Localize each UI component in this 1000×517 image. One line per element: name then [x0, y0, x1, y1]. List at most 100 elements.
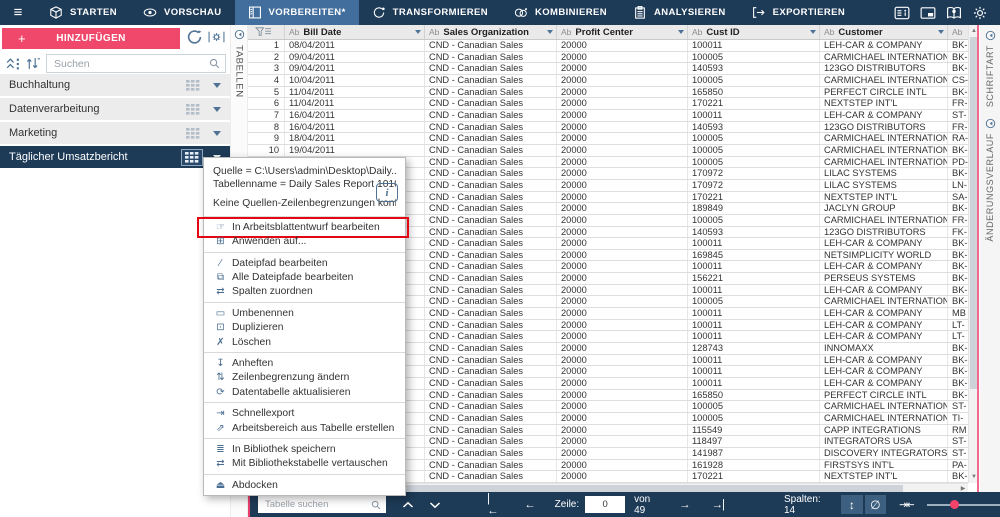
column-header-customer[interactable]: AbCustomer — [820, 25, 948, 39]
table-row[interactable]: 511/04/2011CND - Canadian Sales200001658… — [248, 87, 968, 99]
table-row[interactable]: 108/04/2011CND - Canadian Sales200001000… — [248, 40, 968, 52]
tab-analysieren[interactable]: ANALYSIEREN — [620, 0, 739, 25]
sidebar-search-input[interactable] — [52, 57, 209, 71]
window-layout-icon[interactable] — [920, 6, 936, 20]
tab-vorbereiten[interactable]: VORBEREITEN* — [235, 0, 359, 25]
table-row[interactable]: 816/04/2011CND - Canadian Sales200001405… — [248, 122, 968, 134]
find-next-icon[interactable] — [429, 501, 441, 509]
menu-item-arbeitsbereich-aus-tabelle-erstellen[interactable]: ⇗Arbeitsbereich aus Tabelle erstellen — [204, 421, 405, 435]
sidebar-item-marketing[interactable]: Marketing — [0, 122, 230, 144]
sidebar-item-täglicher-umsatzbericht[interactable]: Täglicher Umsatzbericht — [0, 146, 230, 168]
tab-label: VORSCHAU — [164, 7, 222, 18]
auto-hide-pin-icon[interactable] — [234, 29, 245, 40]
sidebar-item-datenverarbeitung[interactable]: Datenverarbeitung — [0, 98, 230, 120]
table-row[interactable]: 1019/04/2011CND - Canadian Sales20000100… — [248, 145, 968, 157]
grid-table-icon[interactable] — [183, 126, 203, 141]
first-row-icon[interactable]: |← — [487, 493, 498, 517]
table-row[interactable]: 410/04/2011CND - Canadian Sales200001000… — [248, 75, 968, 87]
last-row-icon[interactable]: →| — [711, 499, 724, 511]
sort-icon[interactable] — [25, 56, 40, 71]
table-row[interactable]: 309/04/2011CND - Canadian Sales200001405… — [248, 63, 968, 75]
menu-item-duplizieren[interactable]: ⊡Duplizieren — [204, 320, 405, 334]
column-header-cust-id[interactable]: AbCust ID — [688, 25, 820, 39]
menu-item-dateipfad-bearbeiten[interactable]: ∕Dateipfad bearbeiten — [204, 256, 405, 270]
filter-caret-icon[interactable] — [810, 30, 816, 34]
add-button[interactable]: + HINZUFÜGEN — [2, 28, 180, 49]
panel-tab-schriftart[interactable]: SCHRIFTART — [985, 25, 996, 107]
menu-item-umbenennen[interactable]: ▭Umbenennen — [204, 306, 405, 320]
tab-starten[interactable]: STARTEN — [36, 0, 130, 25]
info-button[interactable]: i — [376, 183, 398, 202]
hide-empty-toggle-icon[interactable]: ∅ — [865, 495, 886, 514]
menu-item-datentabelle-aktualisieren[interactable]: ⟳Datentabelle aktualisieren — [204, 385, 405, 399]
zoom-slider[interactable] — [927, 504, 1000, 506]
grid-table-icon[interactable] — [183, 78, 203, 93]
settings-sync-icon[interactable] — [208, 29, 225, 45]
cell: 115549 — [688, 425, 820, 436]
refresh-all-icon[interactable] — [186, 29, 203, 45]
cell: CND - Canadian Sales — [425, 273, 557, 284]
cell: 20000 — [557, 460, 688, 471]
chevron-down-icon[interactable] — [213, 107, 221, 112]
row-height-toggle-icon[interactable]: ↕ — [841, 495, 862, 514]
cell: CND - Canadian Sales — [425, 343, 557, 354]
filter-caret-icon[interactable] — [415, 30, 421, 34]
find-previous-icon[interactable] — [402, 501, 414, 509]
collapse-columns-icon[interactable]: ⇥⇤ — [899, 499, 913, 511]
cell: 165850 — [688, 390, 820, 401]
column-header-profit-center[interactable]: AbProfit Center — [557, 25, 688, 39]
chevron-down-icon[interactable] — [213, 83, 221, 88]
grid-table-icon[interactable] — [181, 149, 203, 166]
table-row[interactable]: 716/04/2011CND - Canadian Sales200001000… — [248, 110, 968, 122]
info-panel-icon[interactable] — [894, 6, 910, 20]
app-window: ≡ STARTEN VORSCHAU VORBEREITEN* TRANSFORMIE… — [0, 0, 1000, 517]
filter-caret-icon[interactable] — [547, 30, 553, 34]
menu-item-in-arbeitsblattentwurf-bearbeiten[interactable]: ☞In Arbeitsblattentwurf bearbeiten — [204, 220, 405, 234]
tab-transformieren[interactable]: TRANSFORMIEREN — [359, 0, 501, 25]
tab-kombinieren[interactable]: KOMBINIEREN — [501, 0, 620, 25]
cell: 20000 — [557, 355, 688, 366]
row-number-input[interactable] — [585, 496, 625, 513]
sidebar-item-buchhaltung[interactable]: Buchhaltung — [0, 74, 230, 96]
menu-item-schnellexport[interactable]: ⇥Schnellexport — [204, 406, 405, 420]
menu-item-anheften[interactable]: ↧Anheften — [204, 356, 405, 370]
previous-row-icon[interactable]: ← — [524, 499, 535, 511]
cell: CND - Canadian Sales — [425, 378, 557, 389]
filter-caret-icon[interactable] — [938, 30, 944, 34]
library-book-icon[interactable] — [946, 6, 962, 20]
menu-item-spalten-zuordnen[interactable]: ⇄Spalten zuordnen — [204, 285, 405, 299]
column-type-label: Ab — [561, 27, 571, 37]
tab-exportieren[interactable]: EXPORTIEREN — [739, 0, 859, 25]
table-search-input[interactable] — [263, 498, 371, 511]
auto-hide-pin-icon[interactable] — [985, 118, 996, 129]
menu-item-in-bibliothek-speichern[interactable]: ≣In Bibliothek speichern — [204, 442, 405, 456]
filter-caret-icon[interactable] — [678, 30, 684, 34]
chevron-down-icon[interactable] — [213, 131, 221, 136]
column-header-extra[interactable]: Ab — [948, 25, 968, 39]
panel-tab-änderungsverlauf[interactable]: ÄNDERUNGSVERLAUF — [985, 113, 996, 242]
auto-hide-pin-icon[interactable] — [985, 30, 996, 41]
menu-item-anwenden-auf[interactable]: ⊞Anwenden auf... — [204, 235, 405, 249]
menu-item-label: In Bibliothek speichern — [232, 444, 336, 455]
tab-vorschau[interactable]: VORSCHAU — [130, 0, 235, 25]
settings-gear-icon[interactable] — [972, 6, 988, 20]
column-header-sales-organization[interactable]: AbSales Organization — [425, 25, 557, 39]
table-row[interactable]: 209/04/2011CND - Canadian Sales200001000… — [248, 52, 968, 64]
cell: LEH-CAR & COMPANY — [820, 355, 948, 366]
hamburger-menu-icon[interactable]: ≡ — [0, 0, 36, 25]
collapse-all-icon[interactable] — [5, 56, 20, 71]
menu-item-abdocken[interactable]: ⏏Abdocken — [204, 478, 405, 492]
menu-item-löschen[interactable]: ✗Löschen — [204, 335, 405, 349]
cell: 20000 — [557, 52, 688, 63]
next-row-icon[interactable]: → — [679, 499, 690, 511]
menu-item-zeilenbegrenzung-ändern[interactable]: ⇅Zeilenbegrenzung ändern — [204, 371, 405, 385]
column-filter-corner[interactable] — [248, 25, 285, 39]
table-row[interactable]: 611/04/2011CND - Canadian Sales200001702… — [248, 98, 968, 110]
tab-label: TRANSFORMIEREN — [393, 7, 488, 18]
column-header-bill-date[interactable]: AbBill Date — [285, 25, 425, 39]
grid-table-icon[interactable] — [183, 102, 203, 117]
table-row[interactable]: 918/04/2011CND - Canadian Sales200001000… — [248, 133, 968, 145]
zoom-slider-handle[interactable] — [950, 500, 959, 509]
menu-item-mit-bibliothekstabelle-vertauschen[interactable]: ⇄Mit Bibliothekstabelle vertauschen — [204, 457, 405, 471]
menu-item-alle-dateipfade-bearbeiten[interactable]: ⧉Alle Dateipfade bearbeiten — [204, 270, 405, 284]
